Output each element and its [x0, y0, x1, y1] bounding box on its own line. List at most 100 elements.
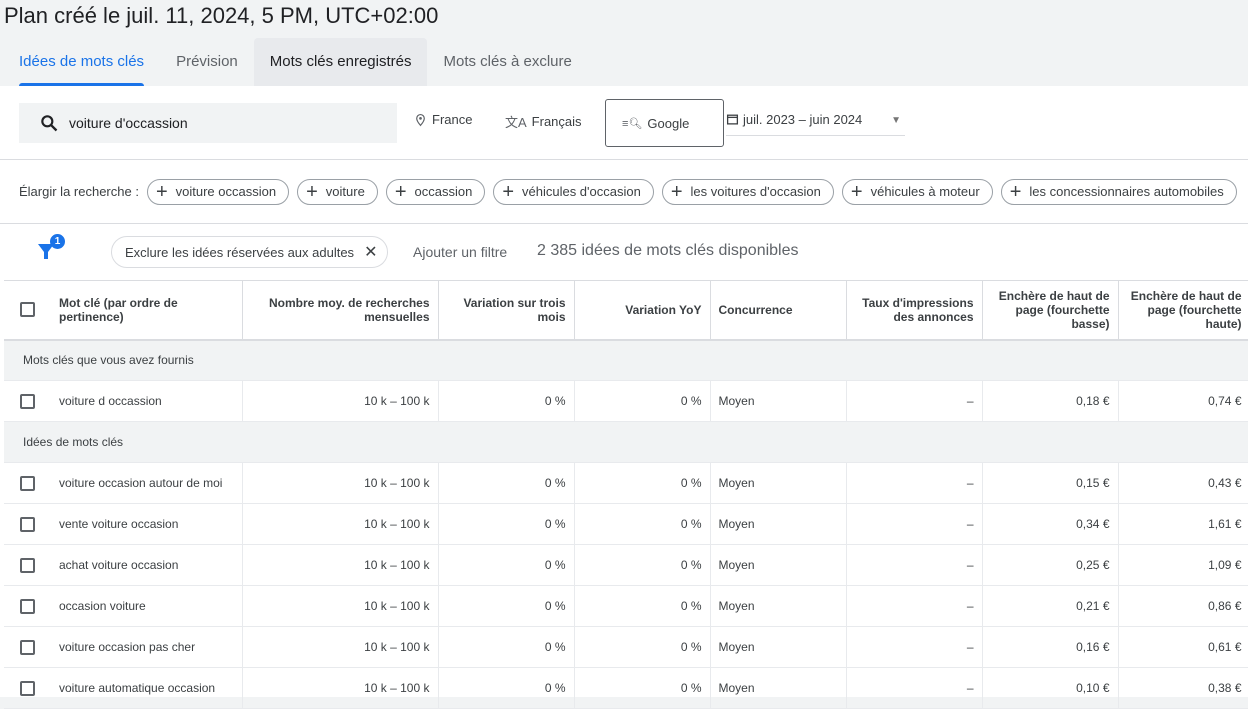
- col-bid-low[interactable]: Enchère de haut de page (fourchette bass…: [982, 280, 1119, 341]
- cell-impression-share: –: [846, 585, 983, 627]
- ideas-count: 2 385 idées de mots clés disponibles: [537, 242, 799, 259]
- chip-label: véhicules d'occasion: [522, 184, 641, 199]
- cell-bid-low: 0,16 €: [982, 626, 1119, 668]
- network-label: Google: [647, 115, 690, 131]
- table-row[interactable]: vente voiture occasion 10 k – 100 k0 % 0 %…: [4, 503, 1248, 545]
- col-impression-share[interactable]: Taux d'impressions des annonces: [846, 280, 983, 341]
- cell-competition: Moyen: [710, 626, 847, 668]
- page-title: Plan créé le juil. 11, 2024, 5 PM, UTC+0…: [4, 3, 439, 28]
- cell-keyword: voiture d occassion: [50, 380, 243, 422]
- cell-yoy-change: 0 %: [574, 544, 711, 586]
- cell-keyword: voiture occasion autour de moi: [50, 462, 243, 504]
- row-select-cell: [4, 462, 50, 504]
- cell-three-month-change: 0 %: [438, 544, 575, 586]
- row-checkbox[interactable]: [19, 639, 35, 655]
- cell-impression-share: –: [846, 462, 983, 504]
- table-row[interactable]: voiture occasion pas cher 10 k – 100 k0 %…: [4, 626, 1248, 668]
- close-icon[interactable]: ✕: [364, 242, 377, 262]
- cell-keyword: voiture occasion pas cher: [50, 626, 243, 668]
- cell-bid-high: 0,61 €: [1118, 626, 1248, 668]
- col-avg-searches[interactable]: Nombre moy. de recherches mensuelles: [242, 280, 439, 341]
- search-bar-row: voiture d'occassion France 文A Français ≡…: [0, 86, 1248, 160]
- tab-forecast[interactable]: Prévision: [160, 38, 254, 86]
- active-filter-chip[interactable]: Exclure les idées réservées aux adultes …: [111, 236, 389, 268]
- plus-icon: +: [155, 180, 168, 203]
- filter-count-badge: 1: [50, 234, 65, 249]
- search-value: voiture d'occassion: [69, 115, 188, 131]
- cell-keyword: vente voiture occasion: [50, 503, 243, 545]
- table-row[interactable]: voiture occasion autour de moi 10 k – 100…: [4, 462, 1248, 504]
- group-label: Mots clés que vous avez fournis: [4, 339, 1248, 381]
- row-checkbox[interactable]: [19, 516, 35, 532]
- plus-icon: +: [1009, 180, 1022, 203]
- row-select-cell: [4, 380, 50, 422]
- chip-label: voiture occassion: [175, 184, 277, 199]
- search-icon: [41, 115, 58, 132]
- tab-keyword-ideas[interactable]: Idées de mots clés: [3, 38, 160, 86]
- cell-yoy-change: 0 %: [574, 667, 711, 709]
- cell-competition: Moyen: [710, 667, 847, 709]
- plus-icon: +: [306, 180, 318, 203]
- col-bid-high[interactable]: Enchère de haut de page (fourchette haut…: [1118, 280, 1248, 341]
- cell-three-month-change: 0 %: [438, 503, 575, 545]
- broaden-chip[interactable]: + véhicules à moteur: [841, 178, 993, 205]
- chip-label: voiture: [325, 184, 365, 199]
- calendar-icon: [726, 114, 739, 125]
- tab-saved-keywords[interactable]: Mots clés enregistrés: [253, 38, 428, 86]
- cell-bid-high: 0,38 €: [1118, 667, 1248, 709]
- cell-impression-share: –: [846, 667, 983, 709]
- row-checkbox[interactable]: [19, 680, 35, 696]
- cell-bid-low: 0,34 €: [982, 503, 1119, 545]
- table-row[interactable]: voiture d occassion 10 k – 100 k0 % 0 % Moy…: [4, 380, 1248, 422]
- cell-bid-high: 0,86 €: [1118, 585, 1248, 627]
- cell-avg-searches: 10 k – 100 k: [242, 667, 439, 709]
- cell-bid-low: 0,10 €: [982, 667, 1119, 709]
- cell-avg-searches: 10 k – 100 k: [242, 462, 439, 504]
- row-checkbox[interactable]: [19, 598, 35, 614]
- table-row[interactable]: achat voiture occasion 10 k – 100 k0 % 0 %…: [4, 544, 1248, 586]
- cell-competition: Moyen: [710, 585, 847, 627]
- cell-bid-high: 1,09 €: [1118, 544, 1248, 586]
- date-range-label: juil. 2023 – juin 2024: [743, 112, 863, 127]
- cell-bid-low: 0,25 €: [982, 544, 1119, 586]
- broaden-chip[interactable]: + les voitures d'occasion: [661, 178, 834, 205]
- keyword-search-input[interactable]: voiture d'occassion: [19, 103, 397, 143]
- table-row[interactable]: occasion voiture 10 k – 100 k0 % 0 % Moyen –…: [4, 585, 1248, 627]
- add-filter-button[interactable]: Ajouter un filtre: [413, 244, 507, 260]
- broaden-label: Élargir la recherche :: [19, 184, 139, 199]
- broaden-chip[interactable]: + véhicules d'occasion: [493, 178, 654, 205]
- col-three-month-change[interactable]: Variation sur trois mois: [438, 280, 575, 341]
- col-keyword[interactable]: Mot clé (par ordre de pertinence): [50, 280, 243, 341]
- cell-yoy-change: 0 %: [574, 626, 711, 668]
- row-checkbox[interactable]: [19, 393, 35, 409]
- broaden-chip[interactable]: + voiture occassion: [146, 178, 290, 205]
- cell-yoy-change: 0 %: [574, 462, 711, 504]
- row-select-cell: [4, 585, 50, 627]
- table-row[interactable]: voiture automatique occasion 10 k – 100 k…: [4, 667, 1248, 709]
- date-range-selector[interactable]: juil. 2023 – juin 2024 ▼: [726, 112, 905, 136]
- dropdown-caret-icon: ▼: [891, 115, 901, 126]
- row-checkbox[interactable]: [19, 557, 35, 573]
- cell-competition: Moyen: [710, 380, 847, 422]
- cell-three-month-change: 0 %: [438, 626, 575, 668]
- cell-bid-high: 0,43 €: [1118, 462, 1248, 504]
- cell-avg-searches: 10 k – 100 k: [242, 503, 439, 545]
- plus-icon: +: [502, 180, 514, 203]
- cell-avg-searches: 10 k – 100 k: [242, 585, 439, 627]
- row-checkbox[interactable]: [19, 475, 35, 491]
- cell-yoy-change: 0 %: [574, 503, 711, 545]
- select-all-checkbox[interactable]: [19, 302, 35, 318]
- broaden-chip[interactable]: + voiture: [297, 178, 378, 205]
- col-competition[interactable]: Concurrence: [710, 280, 847, 341]
- location-selector[interactable]: France: [414, 112, 472, 127]
- language-selector[interactable]: 文A Français: [505, 112, 582, 131]
- col-yoy-change[interactable]: Variation YoY: [574, 280, 711, 341]
- broaden-chip[interactable]: + occassion: [385, 178, 486, 205]
- network-selector[interactable]: ≡🔍︎ Google: [605, 99, 724, 147]
- broaden-chip[interactable]: + les concessionnaires automobiles: [1000, 178, 1237, 205]
- cell-competition: Moyen: [710, 544, 847, 586]
- tab-negative-keywords[interactable]: Mots clés à exclure: [427, 38, 587, 86]
- cell-bid-low: 0,21 €: [982, 585, 1119, 627]
- select-all-cell: [4, 280, 50, 341]
- filter-row: 1 Exclure les idées réservées aux adulte…: [0, 224, 1248, 280]
